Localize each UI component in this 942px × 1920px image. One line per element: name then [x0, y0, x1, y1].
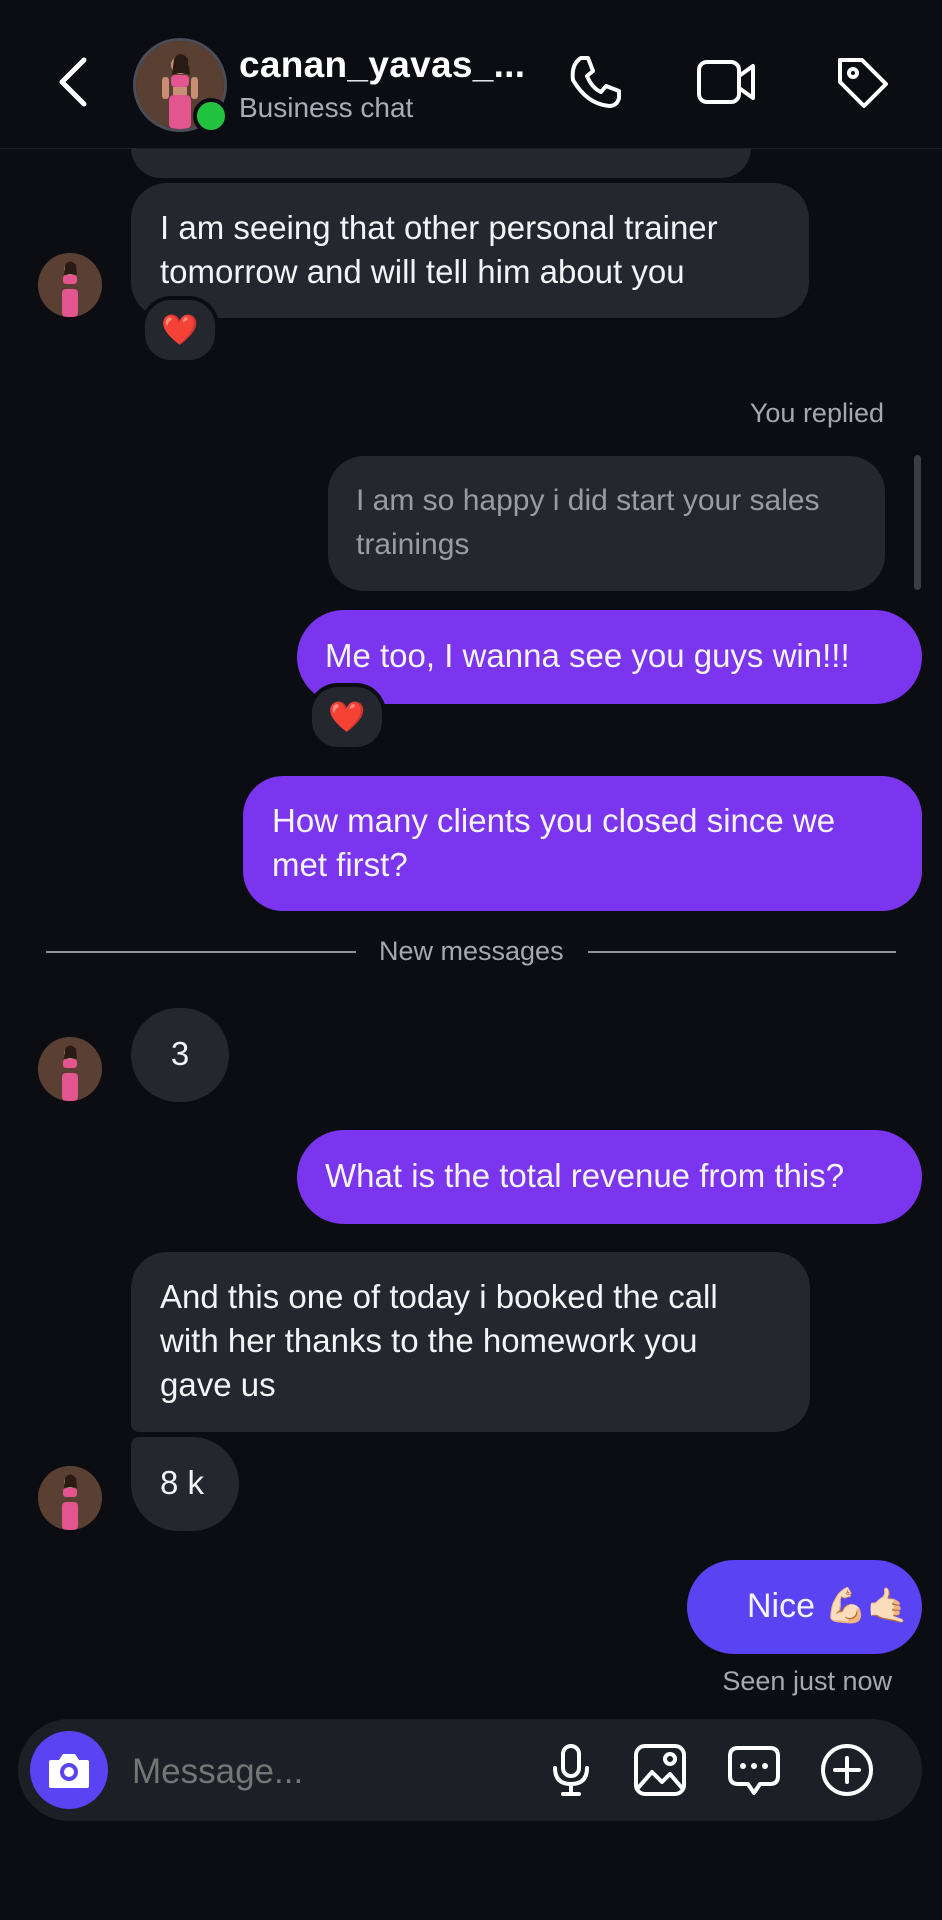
message-text: gave us [160, 1366, 276, 1403]
image-icon[interactable] [632, 1742, 688, 1798]
sticker-chat-icon[interactable] [726, 1742, 782, 1798]
quoted-text: I am so happy i did start your sales [356, 484, 820, 517]
outgoing-message-bubble[interactable]: Me too, I wanna see you guys win!!! [297, 610, 922, 704]
avatar [38, 253, 102, 317]
message-composer [18, 1719, 922, 1821]
outgoing-message-bubble[interactable]: What is the total revenue from this? [297, 1130, 922, 1224]
message-text: with her thanks to the homework you [160, 1322, 698, 1359]
online-status-dot [193, 98, 229, 134]
tag-icon[interactable] [832, 52, 892, 112]
message-text: 3 [170, 1035, 190, 1072]
incoming-message-bubble[interactable]: 8 k [131, 1437, 239, 1531]
avatar [38, 1466, 102, 1530]
scrollbar[interactable] [914, 455, 921, 590]
heart-reaction-icon[interactable]: ❤️ [308, 683, 386, 751]
quoted-reply-bubble[interactable]: I am so happy i did start your sales tra… [328, 456, 885, 591]
camera-icon [49, 1754, 89, 1788]
message-text: 8 k [160, 1464, 205, 1501]
outgoing-message-bubble[interactable]: How many clients you closed since we met… [243, 776, 922, 911]
phone-icon[interactable] [565, 52, 625, 112]
avatar [38, 1037, 102, 1101]
outgoing-message-bubble[interactable]: Nice 💪🏻🤙🏻 [687, 1560, 922, 1654]
microphone-icon[interactable] [543, 1742, 599, 1798]
message-input[interactable] [130, 1743, 434, 1801]
camera-button[interactable] [30, 1731, 108, 1809]
message-text: I am seeing that other personal trainer [160, 209, 718, 246]
contact-username[interactable]: canan_yavas_... [239, 44, 525, 86]
incoming-message-bubble[interactable]: And this one of today i booked the call … [131, 1252, 810, 1432]
divider [46, 951, 356, 953]
video-camera-icon[interactable] [695, 52, 755, 112]
message-text: Nice 💪🏻🤙🏻 [747, 1587, 910, 1625]
chat-header: canan_yavas_... Business chat [0, 0, 942, 149]
plus-circle-icon[interactable] [819, 1742, 875, 1798]
heart-reaction-icon[interactable]: ❤️ [141, 296, 219, 364]
new-messages-label: New messages [379, 936, 564, 966]
seen-status: Seen just now [722, 1666, 892, 1696]
divider [588, 951, 896, 953]
message-text: And this one of today i booked the call [160, 1278, 718, 1315]
message-text: What is the total revenue from this? [325, 1157, 845, 1194]
incoming-message-bubble[interactable]: 3 [131, 1008, 229, 1102]
message-text: How many clients you closed since we [272, 802, 836, 839]
quoted-text: trainings [356, 528, 470, 561]
reply-context-label: You replied [749, 398, 884, 428]
message-text: tomorrow and will tell him about you [160, 253, 685, 290]
message-text: met first? [272, 846, 408, 883]
back-chevron-icon[interactable] [50, 52, 98, 112]
message-text: Me too, I wanna see you guys win!!! [325, 637, 850, 674]
chat-type-label: Business chat [239, 92, 414, 123]
incoming-message-bubble[interactable]: I am seeing that other personal trainer … [131, 183, 809, 318]
